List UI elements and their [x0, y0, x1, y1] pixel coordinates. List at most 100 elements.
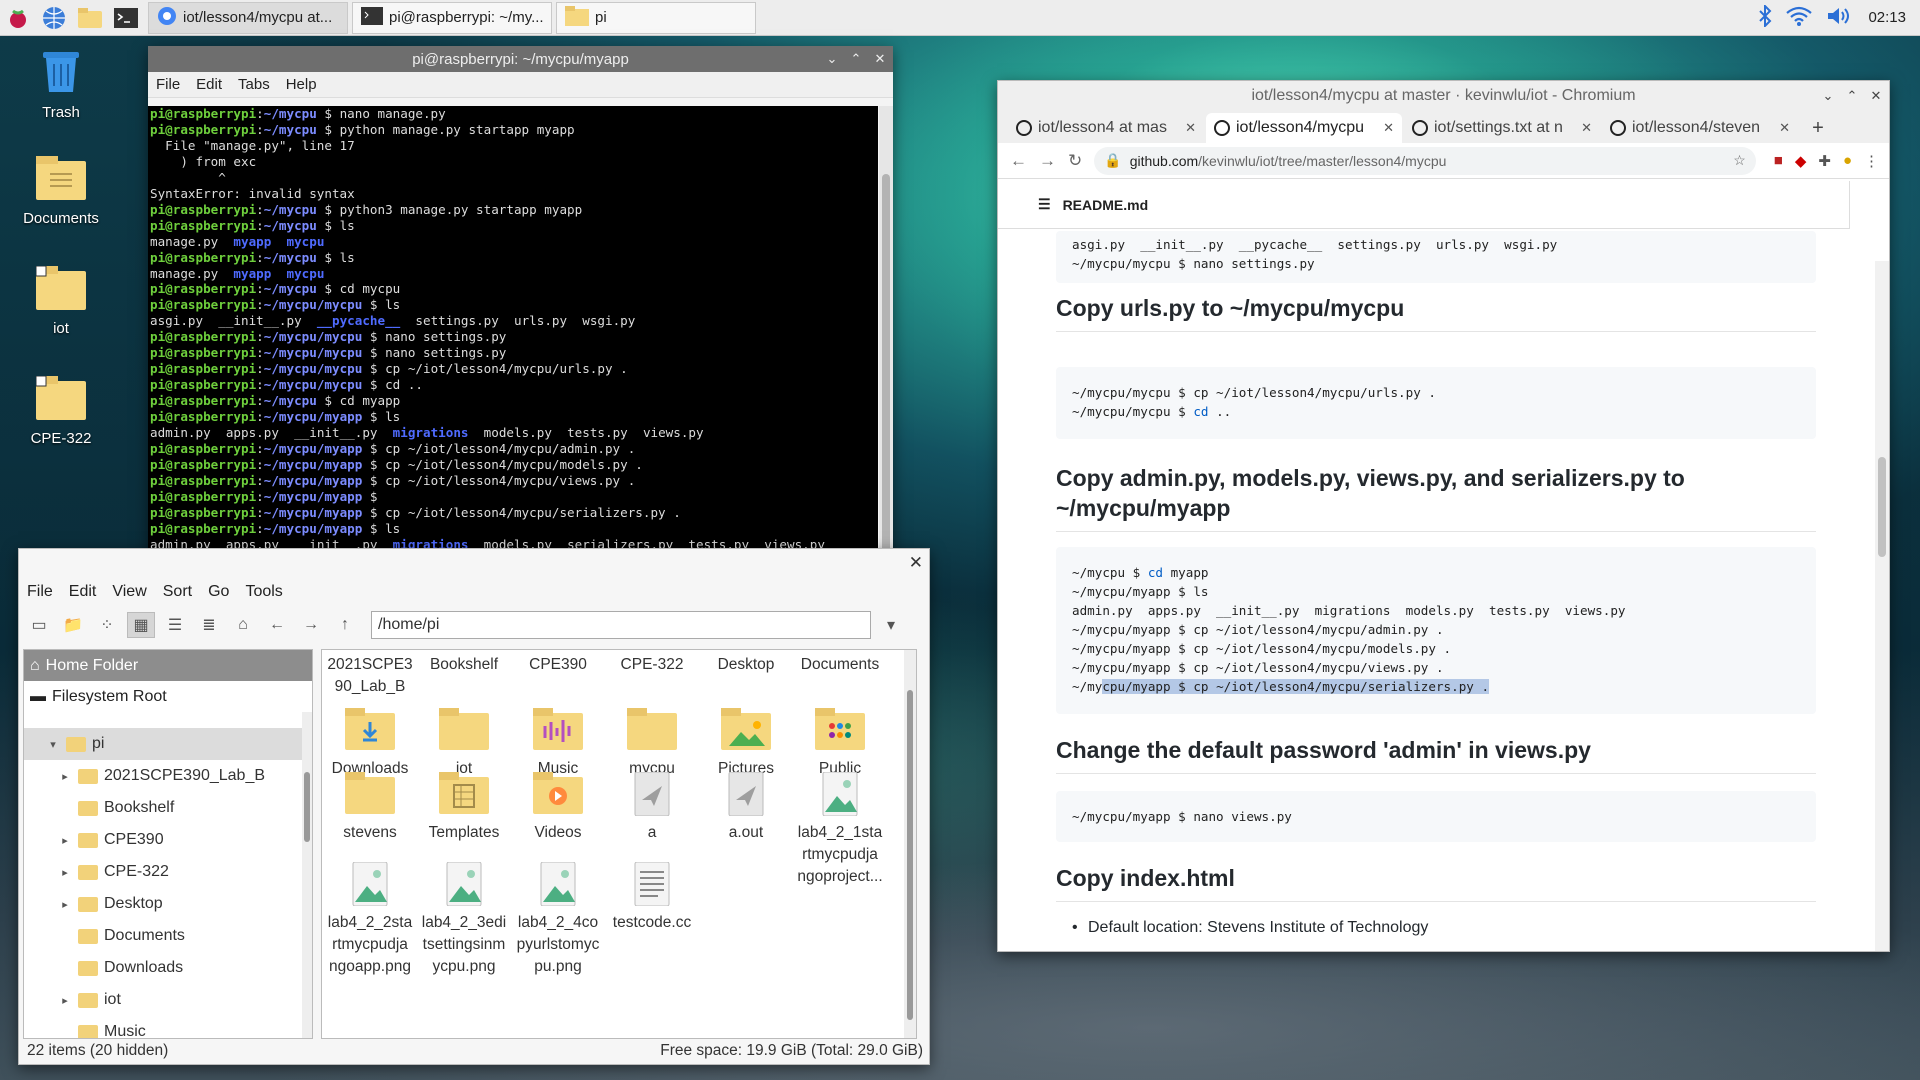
- taskbar-task-file-manager[interactable]: pi: [556, 1, 756, 34]
- place-home-folder[interactable]: ⌂ Home Folder: [24, 650, 312, 681]
- file-item[interactable]: lab4_2_1sta rtmycpudja ngoproject...: [794, 771, 886, 888]
- desktop-icon-documents[interactable]: Documents: [6, 156, 116, 227]
- close-tab-icon[interactable]: ✕: [1383, 120, 1394, 136]
- file-item[interactable]: iot: [418, 708, 510, 780]
- menu-sort[interactable]: Sort: [163, 583, 192, 601]
- close-icon[interactable]: ✕: [1869, 89, 1883, 103]
- file-item[interactable]: a.out: [700, 771, 792, 844]
- extension-icon[interactable]: ■: [1774, 152, 1783, 170]
- menu-file[interactable]: File: [27, 583, 53, 601]
- new-window-icon[interactable]: ▭: [25, 612, 53, 638]
- desktop-icon-trash[interactable]: Trash: [6, 44, 116, 121]
- file-manager-launcher-icon[interactable]: [72, 0, 108, 36]
- tree-item-desktop[interactable]: ▸ Desktop: [24, 888, 312, 920]
- terminal-titlebar[interactable]: pi@raspberrypi: ~/mycpu/myapp ⌄ ⌃ ✕: [148, 46, 893, 72]
- address-bar[interactable]: 🔒 github.com/kevinwlu/iot/tree/master/le…: [1094, 146, 1756, 175]
- tree-item-pi[interactable]: ▾ pi: [24, 728, 312, 760]
- file-grid-scrollbar[interactable]: [904, 650, 916, 1038]
- reload-icon[interactable]: ↻: [1068, 151, 1082, 171]
- chevron-right-icon[interactable]: ▸: [58, 994, 72, 1007]
- file-item[interactable]: Music: [512, 708, 604, 780]
- tab-lesson4[interactable]: iot/lesson4 at mas ✕: [1008, 113, 1204, 143]
- file-item[interactable]: Videos: [512, 772, 604, 844]
- tab-stevens[interactable]: iot/lesson4/steven ✕: [1602, 113, 1798, 143]
- menu-tabs[interactable]: Tabs: [238, 76, 270, 93]
- page-scrollbar[interactable]: [1875, 261, 1889, 951]
- tree-item-bookshelf[interactable]: Bookshelf: [24, 792, 312, 824]
- chromium-titlebar[interactable]: iot/lesson4/mycpu at master · kevinwlu/i…: [998, 81, 1889, 111]
- compact-view-icon[interactable]: ☰: [161, 612, 189, 638]
- file-item[interactable]: 2021SCPE3 90_Lab_B: [324, 650, 416, 698]
- chevron-right-icon[interactable]: ▸: [58, 866, 72, 879]
- new-tab-button[interactable]: +: [1800, 113, 1836, 143]
- close-icon[interactable]: ✕: [873, 52, 887, 66]
- volume-icon[interactable]: [1826, 6, 1854, 29]
- menu-help[interactable]: Help: [286, 76, 317, 93]
- tree-item-cpe-322[interactable]: ▸ CPE-322: [24, 856, 312, 888]
- kebab-menu-icon[interactable]: ⋮: [1864, 152, 1879, 170]
- tree-item-music[interactable]: Music: [24, 1016, 312, 1038]
- file-item[interactable]: lab4_2_4co pyurlstomyc pu.png: [512, 861, 604, 978]
- selected-text[interactable]: cpu/myapp $ cp ~/iot/lesson4/mycpu/seria…: [1102, 679, 1490, 694]
- tree-item-documents[interactable]: Documents: [24, 920, 312, 952]
- chevron-right-icon[interactable]: ▸: [58, 898, 72, 911]
- menu-view[interactable]: View: [112, 583, 146, 601]
- thumbnail-view-icon[interactable]: ▦: [127, 612, 155, 638]
- file-item[interactable]: testcode.cc: [606, 861, 698, 934]
- menu-go[interactable]: Go: [208, 583, 229, 601]
- tab-settings-txt[interactable]: iot/settings.txt at n ✕: [1404, 113, 1600, 143]
- chevron-right-icon[interactable]: ▸: [58, 770, 72, 783]
- menu-tools[interactable]: Tools: [245, 583, 282, 601]
- file-item[interactable]: Public: [794, 708, 886, 780]
- tree-item-iot[interactable]: ▸ iot: [24, 984, 312, 1016]
- file-item[interactable]: CPE390: [512, 650, 604, 676]
- file-item[interactable]: CPE-322: [606, 650, 698, 676]
- terminal-launcher-icon[interactable]: [108, 0, 144, 36]
- minimize-icon[interactable]: ⌄: [825, 52, 839, 66]
- file-item[interactable]: lab4_2_3edi tsettingsinm ycpu.png: [418, 861, 510, 978]
- tree-item-2021scpe390_lab_b[interactable]: ▸ 2021SCPE390_Lab_B: [24, 760, 312, 792]
- chevron-right-icon[interactable]: ▸: [58, 834, 72, 847]
- close-tab-icon[interactable]: ✕: [1185, 120, 1196, 136]
- menu-edit[interactable]: Edit: [196, 76, 222, 93]
- terminal-scrollbar[interactable]: [879, 106, 893, 573]
- desktop-icon-cpe-322[interactable]: CPE-322: [6, 375, 116, 447]
- new-folder-icon[interactable]: 📁: [59, 612, 87, 638]
- puzzle-icon[interactable]: ✚: [1818, 152, 1831, 170]
- tab-mycpu[interactable]: iot/lesson4/mycpu ✕: [1206, 113, 1402, 143]
- menu-file[interactable]: File: [156, 76, 180, 93]
- bookmark-star-icon[interactable]: ☆: [1733, 152, 1746, 169]
- file-item[interactable]: Documents: [794, 650, 886, 676]
- path-input[interactable]: [371, 611, 871, 639]
- bluetooth-icon[interactable]: [1758, 3, 1772, 30]
- file-item[interactable]: mycpu: [606, 708, 698, 780]
- profile-icon[interactable]: ●: [1843, 152, 1852, 170]
- file-item[interactable]: Downloads: [324, 708, 416, 780]
- back-arrow-icon[interactable]: ←: [1010, 151, 1027, 171]
- back-arrow-icon[interactable]: ←: [263, 612, 291, 638]
- file-item[interactable]: Pictures: [700, 708, 792, 780]
- file-item[interactable]: Bookshelf: [418, 650, 510, 676]
- desktop-icon-iot[interactable]: iot: [6, 265, 116, 337]
- forward-arrow-icon[interactable]: →: [297, 612, 325, 638]
- list-view-icon[interactable]: ≣: [195, 612, 223, 638]
- clock[interactable]: 02:13: [1868, 9, 1906, 26]
- maximize-icon[interactable]: ⌃: [849, 52, 863, 66]
- taskbar-task-chromium[interactable]: iot/lesson4/mycpu at...: [148, 1, 348, 34]
- up-arrow-icon[interactable]: ↑: [331, 612, 359, 638]
- wifi-icon[interactable]: [1786, 6, 1813, 29]
- close-icon[interactable]: ✕: [909, 553, 923, 573]
- menu-edit[interactable]: Edit: [69, 583, 97, 601]
- maximize-icon[interactable]: ⌃: [1845, 89, 1859, 103]
- place-filesystem-root[interactable]: ▬ Filesystem Root: [24, 681, 312, 712]
- chevron-down-icon[interactable]: ▾: [877, 612, 905, 638]
- terminal-output[interactable]: pi@raspberrypi:~/mycpu $ nano manage.py p…: [148, 106, 878, 573]
- file-item[interactable]: lab4_2_2sta rtmycpudja ngoapp.png: [324, 861, 416, 978]
- taskbar-task-terminal[interactable]: pi@raspberrypi: ~/my...: [352, 1, 552, 34]
- list-icon[interactable]: ☰: [1038, 196, 1051, 213]
- close-tab-icon[interactable]: ✕: [1581, 120, 1592, 136]
- sidebar-scrollbar[interactable]: [302, 712, 312, 1038]
- forward-arrow-icon[interactable]: →: [1039, 151, 1056, 171]
- extension-shield-icon[interactable]: ◆: [1795, 152, 1807, 170]
- file-item[interactable]: Desktop: [700, 650, 792, 676]
